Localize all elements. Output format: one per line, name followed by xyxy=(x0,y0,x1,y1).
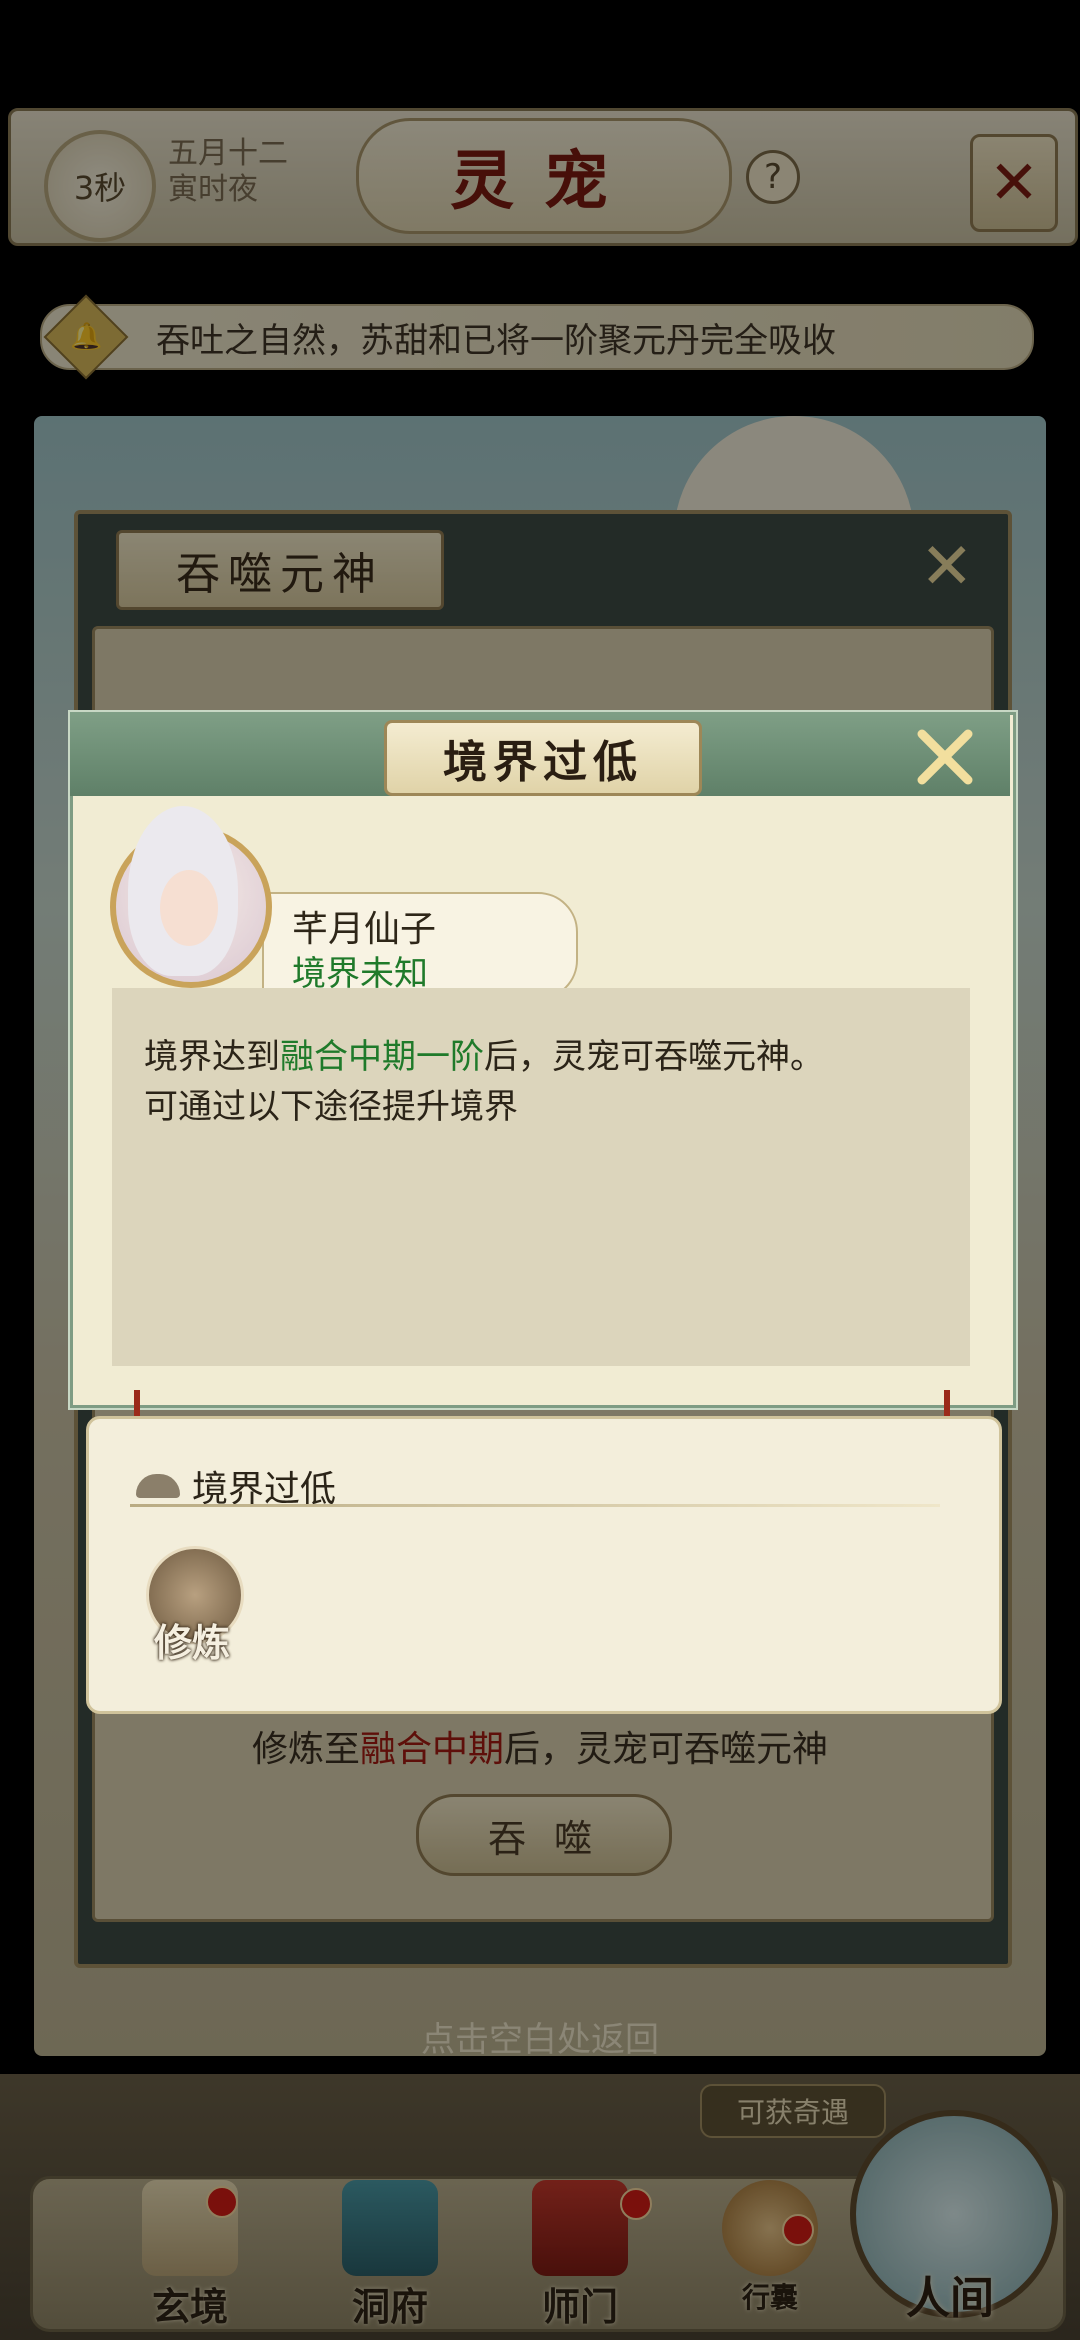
close-icon[interactable] xyxy=(910,722,980,792)
character-name: 芊月仙子 xyxy=(292,909,437,950)
message-line-1: 境界达到融合中期一阶后，灵宠可吞噬元神。 xyxy=(144,1032,944,1082)
message-text: 境界达到融合中期一阶后，灵宠可吞噬元神。 可通过以下途径提升境界 xyxy=(144,1032,944,1132)
game-screen: 3秒 五月十二 寅时夜 灵宠 ? ✕ 🔔 吞吐之自然，苏甜和已将一阶聚元丹完全吸… xyxy=(0,0,1080,2340)
portrait-face xyxy=(160,870,218,946)
message-line-2: 可通过以下途径提升境界 xyxy=(144,1087,518,1127)
divider xyxy=(130,1504,940,1507)
message-suffix: 后，灵宠可吞噬元神。 xyxy=(484,1037,824,1077)
message-prefix: 境界达到 xyxy=(144,1037,280,1077)
modal-title: 境界过低 xyxy=(384,720,702,796)
cultivate-button-label[interactable]: 修炼 xyxy=(140,1612,244,1667)
message-highlight: 融合中期一阶 xyxy=(280,1037,484,1077)
